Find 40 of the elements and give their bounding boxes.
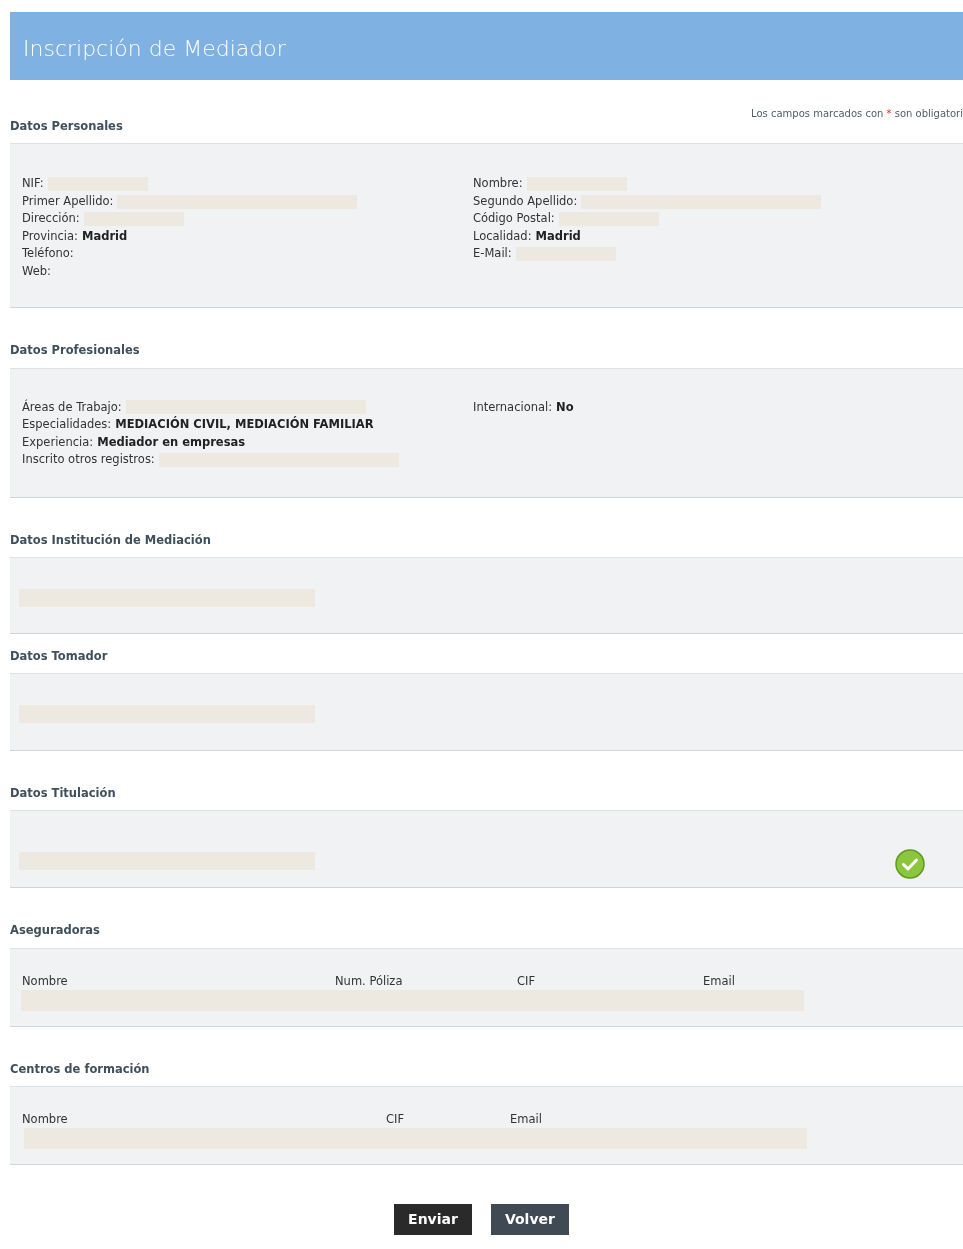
field-label: NIF:	[22, 175, 44, 193]
field-label: Teléfono:	[22, 245, 74, 263]
field-label: Provincia:	[22, 227, 78, 245]
section-title: Aseguradoras	[9, 922, 101, 940]
column-header: Nombre	[22, 972, 69, 990]
field-label: Segundo Apellido:	[473, 192, 578, 210]
field-value: MEDIACIÓN CIVIL, MEDIACIÓN FAMILIAR	[115, 416, 374, 433]
submit-button[interactable]: Enviar	[394, 1203, 472, 1235]
check-circle-icon	[895, 849, 925, 880]
column-header: Email	[510, 1110, 543, 1128]
column-header: Num. Póliza	[335, 972, 404, 990]
column-header: Email	[703, 972, 736, 990]
field-label: Experiencia:	[22, 433, 94, 451]
field-value: Madrid	[82, 227, 128, 245]
section-title: Datos Institución de Mediación	[9, 531, 212, 549]
field-value: Mediador en empresas	[97, 433, 246, 451]
required-fields-note: Los campos marcados con * son obligatori	[751, 107, 963, 121]
back-button[interactable]: Volver	[490, 1203, 569, 1235]
column-header: Nombre	[22, 1110, 69, 1128]
field-label: Especialidades:	[22, 416, 112, 433]
field-label: Localidad:	[473, 227, 532, 245]
section-title: Datos Personales	[9, 118, 124, 135]
field-value: Madrid	[535, 227, 581, 245]
field-label: E-Mail:	[473, 245, 512, 263]
section-title: Centros de formación	[9, 1060, 151, 1078]
field-label: Inscrito otros registros:	[22, 451, 155, 468]
page-title: Inscripción de Mediador	[10, 12, 963, 80]
field-label: Nombre:	[473, 175, 523, 193]
field-label: Primer Apellido:	[22, 192, 114, 210]
field-label: Áreas de Trabajo:	[22, 398, 122, 416]
column-header: CIF	[517, 972, 537, 990]
field-label: Web:	[22, 262, 51, 280]
section-title: Datos Profesionales	[9, 342, 141, 360]
field-label: Código Postal:	[473, 210, 555, 228]
column-header: CIF	[386, 1110, 406, 1128]
section-title: Datos Titulación	[9, 785, 117, 802]
field-label: Internacional:	[473, 398, 553, 416]
field-label: Dirección:	[22, 210, 80, 228]
section-title: Datos Tomador	[9, 647, 109, 665]
field-value: No	[556, 398, 574, 416]
